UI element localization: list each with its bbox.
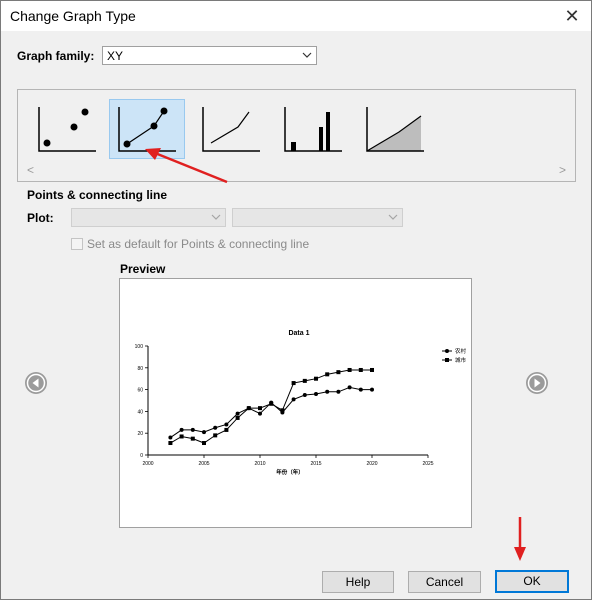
chevron-down-icon xyxy=(211,214,221,220)
data-point xyxy=(258,406,262,411)
data-point xyxy=(336,370,341,375)
thumbnail-area-fill[interactable] xyxy=(361,99,437,159)
series-line-2 xyxy=(170,369,372,444)
data-point xyxy=(336,389,341,394)
data-point xyxy=(202,430,206,435)
x-tick-label: 2010 xyxy=(254,461,265,467)
area-fill-icon xyxy=(366,107,424,152)
data-point xyxy=(179,427,184,432)
help-button[interactable]: Help xyxy=(322,571,394,593)
graph-family-value: XY xyxy=(107,49,124,63)
legend-marker xyxy=(445,358,449,362)
data-point xyxy=(168,435,173,440)
ok-button[interactable]: OK xyxy=(495,570,569,593)
data-point xyxy=(325,389,330,394)
scroll-right-icon[interactable]: > xyxy=(559,163,566,177)
plot-select-primary[interactable] xyxy=(71,208,226,227)
gallery-horizontal-scrollbar[interactable]: < > xyxy=(21,162,572,178)
data-point xyxy=(269,401,274,406)
thumbnail-spikes[interactable] xyxy=(279,99,355,159)
preview-chart: Data 1 0 20 40 60 80 100 2000 2005 2010 2015 2020 20… xyxy=(135,330,467,476)
cancel-button[interactable]: Cancel xyxy=(408,571,481,593)
preview-label: Preview xyxy=(120,262,166,276)
plot-label: Plot: xyxy=(27,211,54,225)
title-bar: Change Graph Type ✕ xyxy=(1,1,591,31)
y-tick-label: 20 xyxy=(137,431,143,437)
data-point xyxy=(370,387,374,392)
graph-family-label: Graph family: xyxy=(17,49,95,63)
data-point xyxy=(358,387,363,392)
data-point xyxy=(325,372,330,377)
chevron-down-icon xyxy=(302,52,312,58)
y-tick-label: 80 xyxy=(137,366,143,372)
arrow-left-icon xyxy=(26,373,46,393)
data-point xyxy=(179,434,184,439)
data-point xyxy=(213,425,218,430)
data-point xyxy=(358,367,363,372)
x-tick-label: 2020 xyxy=(366,461,377,467)
data-point xyxy=(213,433,218,438)
points-only-icon xyxy=(38,107,96,152)
section-title: Points & connecting line xyxy=(27,188,168,202)
preview-panel: Data 1 0 20 40 60 80 100 2000 2005 2010 2015 2020 20… xyxy=(119,278,472,528)
annotation-arrow-icon xyxy=(514,517,526,561)
legend-label: 城市 xyxy=(455,356,467,364)
data-point xyxy=(168,441,173,446)
chevron-down-icon xyxy=(388,214,398,220)
close-icon[interactable]: ✕ xyxy=(561,5,583,27)
data-point xyxy=(235,415,240,420)
y-tick-label: 0 xyxy=(140,453,143,459)
previous-preview-button[interactable] xyxy=(25,372,47,394)
data-point xyxy=(291,381,296,386)
set-default-checkbox[interactable] xyxy=(71,238,83,250)
data-point xyxy=(347,367,352,372)
x-axis-label: 年份（年） xyxy=(276,468,304,476)
data-point xyxy=(202,441,206,446)
data-point xyxy=(314,376,318,381)
y-tick-label: 40 xyxy=(137,409,143,415)
data-point xyxy=(190,436,195,441)
y-tick-label: 100 xyxy=(135,344,144,350)
graph-type-gallery: < > xyxy=(17,89,576,182)
dialog-title: Change Graph Type xyxy=(10,8,136,24)
x-tick-label: 2015 xyxy=(310,461,321,467)
data-point xyxy=(314,391,318,396)
graph-family-select[interactable]: XY xyxy=(102,46,317,65)
series-line-1 xyxy=(170,386,372,438)
y-tick-label: 60 xyxy=(137,388,143,394)
thumbnail-points-only[interactable] xyxy=(33,99,109,159)
x-tick-label: 2005 xyxy=(198,461,209,467)
data-point xyxy=(258,411,262,416)
legend-label: 农村 xyxy=(455,347,467,355)
chart-title: Data 1 xyxy=(288,330,309,337)
data-point xyxy=(246,406,251,411)
set-default-label: Set as default for Points & connecting l… xyxy=(87,237,310,251)
change-graph-type-dialog: Change Graph Type ✕ Graph family: XY < >… xyxy=(0,0,592,600)
data-point xyxy=(302,378,307,383)
x-tick-label: 2025 xyxy=(422,461,433,467)
plot-select-secondary[interactable] xyxy=(232,208,403,227)
data-point xyxy=(280,408,285,413)
legend-marker xyxy=(445,349,449,353)
data-point xyxy=(190,427,195,432)
next-preview-button[interactable] xyxy=(526,372,548,394)
data-point xyxy=(347,385,352,390)
spikes-icon xyxy=(284,107,342,152)
x-tick-label: 2000 xyxy=(142,461,153,467)
data-point xyxy=(224,422,229,427)
data-point xyxy=(235,411,240,416)
data-point xyxy=(302,393,307,398)
annotation-arrow-icon xyxy=(145,148,228,184)
scroll-left-icon[interactable]: < xyxy=(27,163,34,177)
arrow-right-icon xyxy=(527,373,547,393)
data-point xyxy=(224,427,229,432)
data-point xyxy=(291,397,296,402)
data-point xyxy=(370,367,374,372)
